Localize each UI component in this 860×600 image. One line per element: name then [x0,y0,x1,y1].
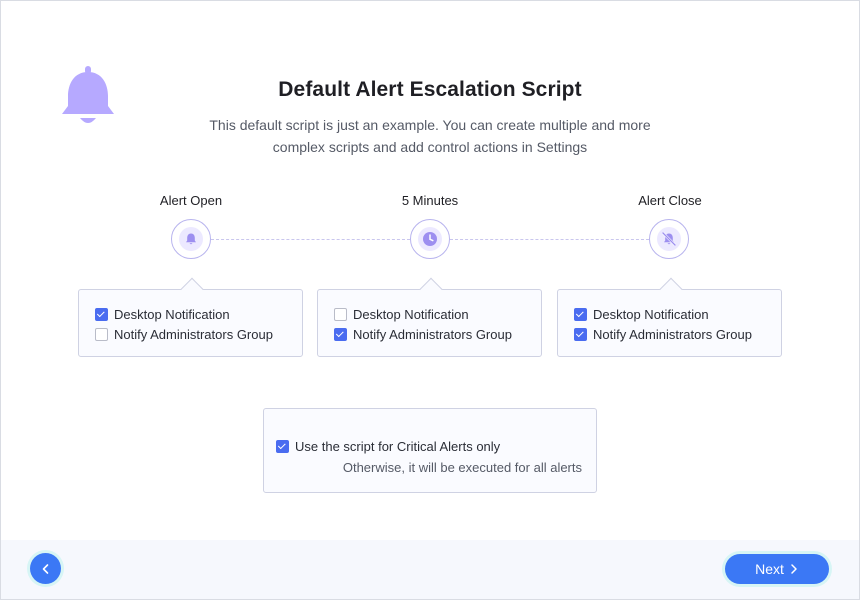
option-desktop-notification[interactable]: Desktop Notification [574,304,781,324]
stage-icon-alert-close[interactable] [649,219,689,259]
stage-card-5-minutes: Desktop Notification Notify Administrato… [317,277,542,357]
next-button-label: Next [755,561,784,577]
option-notify-administrators-group[interactable]: Notify Administrators Group [95,324,302,344]
critical-alerts-note: Otherwise, it will be executed for all a… [342,460,582,475]
stage-card-alert-open: Desktop Notification Notify Administrato… [78,277,303,357]
stage-label-5-minutes: 5 Minutes [401,193,459,208]
checkbox[interactable] [334,327,347,341]
stage-label-alert-open: Alert Open [159,193,223,208]
chevron-right-icon [791,564,797,574]
next-button[interactable]: Next [725,554,829,584]
critical-alerts-panel: Use the script for Critical Alerts only … [263,408,597,493]
option-desktop-notification[interactable]: Desktop Notification [95,304,302,324]
option-desktop-notification[interactable]: Desktop Notification [334,304,541,324]
stage-icon-alert-open[interactable] [171,219,211,259]
checkbox[interactable] [276,439,289,453]
stage-card-alert-close: Desktop Notification Notify Administrato… [557,277,782,357]
page-subtitle: This default script is just an example. … [209,117,651,155]
checkbox[interactable] [95,327,108,341]
checkbox[interactable] [574,327,587,341]
bell-off-icon [662,232,676,246]
timeline-connector [450,239,649,240]
checkbox[interactable] [334,307,347,321]
clock-icon [423,232,437,246]
chevron-left-icon [42,563,48,574]
checkbox[interactable] [95,307,108,321]
stage-label-alert-close: Alert Close [638,193,702,208]
back-button[interactable] [30,553,61,584]
bell-icon [186,233,196,245]
critical-alerts-only-option[interactable]: Use the script for Critical Alerts only [276,436,500,456]
checkbox[interactable] [574,307,587,321]
option-notify-administrators-group[interactable]: Notify Administrators Group [574,324,781,344]
option-notify-administrators-group[interactable]: Notify Administrators Group [334,324,541,344]
timeline-connector [211,239,410,240]
stage-icon-5-minutes[interactable] [410,219,450,259]
page-title: Default Alert Escalation Script [278,78,582,101]
